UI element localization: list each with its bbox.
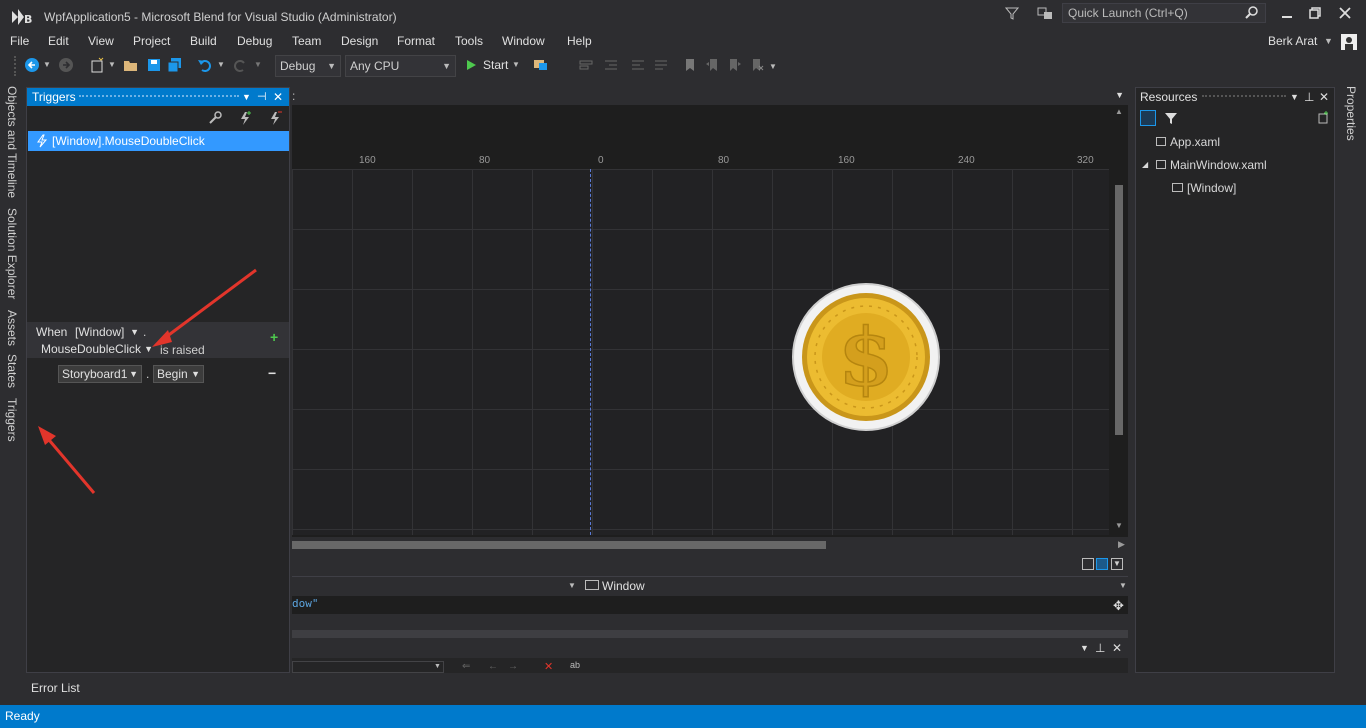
- back-arrow-icon[interactable]: ⇐: [462, 661, 470, 672]
- resource-item-label: App.xaml: [1170, 135, 1221, 149]
- dots-grip: [1202, 95, 1286, 97]
- vertical-scrollbar[interactable]: ▲ ▼: [1111, 105, 1127, 535]
- window-element-icon: [1172, 183, 1183, 192]
- resource-view-icon[interactable]: [1140, 110, 1156, 126]
- resources-panel-header: Resources ▼ ⊥ ✕: [1136, 88, 1334, 106]
- split-view-controls: ▼: [1082, 558, 1128, 572]
- ruler-label: 160: [359, 155, 376, 166]
- close-icon[interactable]: ✕: [1112, 641, 1122, 655]
- dictionary-icon: [1156, 137, 1166, 146]
- chevron-down-icon[interactable]: ▼: [1119, 581, 1127, 590]
- scroll-right-icon[interactable]: ▶: [1118, 539, 1125, 550]
- ruler-label: 0: [598, 155, 604, 166]
- pin-icon[interactable]: ⊥: [1095, 641, 1105, 655]
- ruler-label: 80: [718, 155, 730, 166]
- expand-icon[interactable]: ◢: [1142, 160, 1148, 169]
- bottom-panel-toolbar: ▼ ⇐ ← → ✕ ab: [292, 658, 1128, 673]
- design-canvas[interactable]: 160 80 0 80 160 240 320 $ ▲ ▼: [292, 105, 1128, 542]
- chevron-down-icon[interactable]: ▼: [1080, 643, 1089, 653]
- element-combo[interactable]: Window: [602, 579, 645, 593]
- split-horizontal-icon[interactable]: [1096, 558, 1108, 570]
- move-icon[interactable]: ✥: [1113, 598, 1124, 614]
- dictionary-icon: [1156, 160, 1166, 169]
- resource-item-mainwindow-xaml[interactable]: MainWindow.xaml: [1156, 158, 1267, 172]
- scroll-thumb[interactable]: [1115, 185, 1123, 435]
- origin-line: [590, 169, 592, 535]
- filter-icon[interactable]: [1164, 111, 1178, 125]
- ruler-label: 160: [838, 155, 855, 166]
- next-icon[interactable]: →: [508, 661, 518, 672]
- word-wrap-icon[interactable]: ab: [570, 660, 580, 670]
- chevron-down-icon[interactable]: ▼: [1115, 90, 1124, 100]
- status-text: Ready: [5, 709, 40, 723]
- chevron-down-icon[interactable]: ▼: [568, 581, 576, 590]
- xaml-scrollbar[interactable]: [292, 630, 1128, 638]
- collapse-pane-icon[interactable]: ▼: [1111, 558, 1123, 570]
- resources-panel: Resources ▼ ⊥ ✕ App.xaml ◢ MainWindow.xa…: [1135, 87, 1335, 673]
- h-scroll-thumb[interactable]: [292, 541, 826, 549]
- split-vertical-icon[interactable]: [1082, 558, 1094, 570]
- scroll-down-icon[interactable]: ▼: [1115, 521, 1123, 530]
- window-element-icon: [585, 580, 599, 590]
- coin-image[interactable]: $: [791, 282, 941, 432]
- xaml-snippet: dow": [292, 597, 319, 610]
- filter-combo[interactable]: [292, 661, 444, 673]
- arrow-to-event-dropdown: [152, 268, 257, 347]
- tab-properties[interactable]: Properties: [1344, 86, 1358, 141]
- bottom-panel-header: ▼ ⊥ ✕: [292, 640, 1128, 658]
- status-bar: Ready: [0, 705, 1366, 728]
- svg-text:$: $: [838, 310, 894, 404]
- tab-error-list[interactable]: Error List: [31, 681, 80, 695]
- arrow-to-triggers-tab: [38, 426, 96, 494]
- chevron-down-icon[interactable]: ▼: [434, 663, 441, 670]
- resource-item-app-xaml[interactable]: App.xaml: [1156, 135, 1220, 149]
- prev-icon[interactable]: ←: [488, 661, 498, 672]
- horizontal-scrollbar[interactable]: ▶: [292, 537, 1128, 553]
- clear-icon[interactable]: ✕: [544, 660, 553, 673]
- resource-item-window[interactable]: [Window]: [1172, 181, 1236, 195]
- resources-panel-title: Resources: [1140, 90, 1198, 104]
- resource-item-label: [Window]: [1187, 181, 1237, 195]
- xaml-nav-bar: ▼ Window ▼: [292, 576, 1128, 595]
- resource-item-label: MainWindow.xaml: [1170, 158, 1267, 172]
- ruler-label: 320: [1077, 155, 1094, 166]
- document-tab-strip: : ▼: [292, 87, 1128, 105]
- ruler-label: 240: [958, 155, 975, 166]
- tab-overflow-icon[interactable]: :: [292, 89, 295, 103]
- horizontal-ruler: 160 80 0 80 160 240 320: [292, 155, 1109, 169]
- right-tab-strip: Properties: [1336, 80, 1366, 705]
- scroll-up-icon[interactable]: ▲: [1115, 107, 1123, 116]
- close-icon[interactable]: ✕: [1319, 88, 1329, 106]
- new-resource-icon[interactable]: [1316, 110, 1330, 124]
- xaml-editor[interactable]: dow" ✥: [292, 596, 1128, 614]
- bottom-tab-strip: Error List: [0, 675, 1366, 705]
- ruler-label: 80: [479, 155, 491, 166]
- artboard-grid[interactable]: $: [292, 169, 1109, 535]
- chevron-down-icon[interactable]: ▼: [1290, 88, 1299, 106]
- pin-icon[interactable]: ⊥: [1304, 88, 1314, 106]
